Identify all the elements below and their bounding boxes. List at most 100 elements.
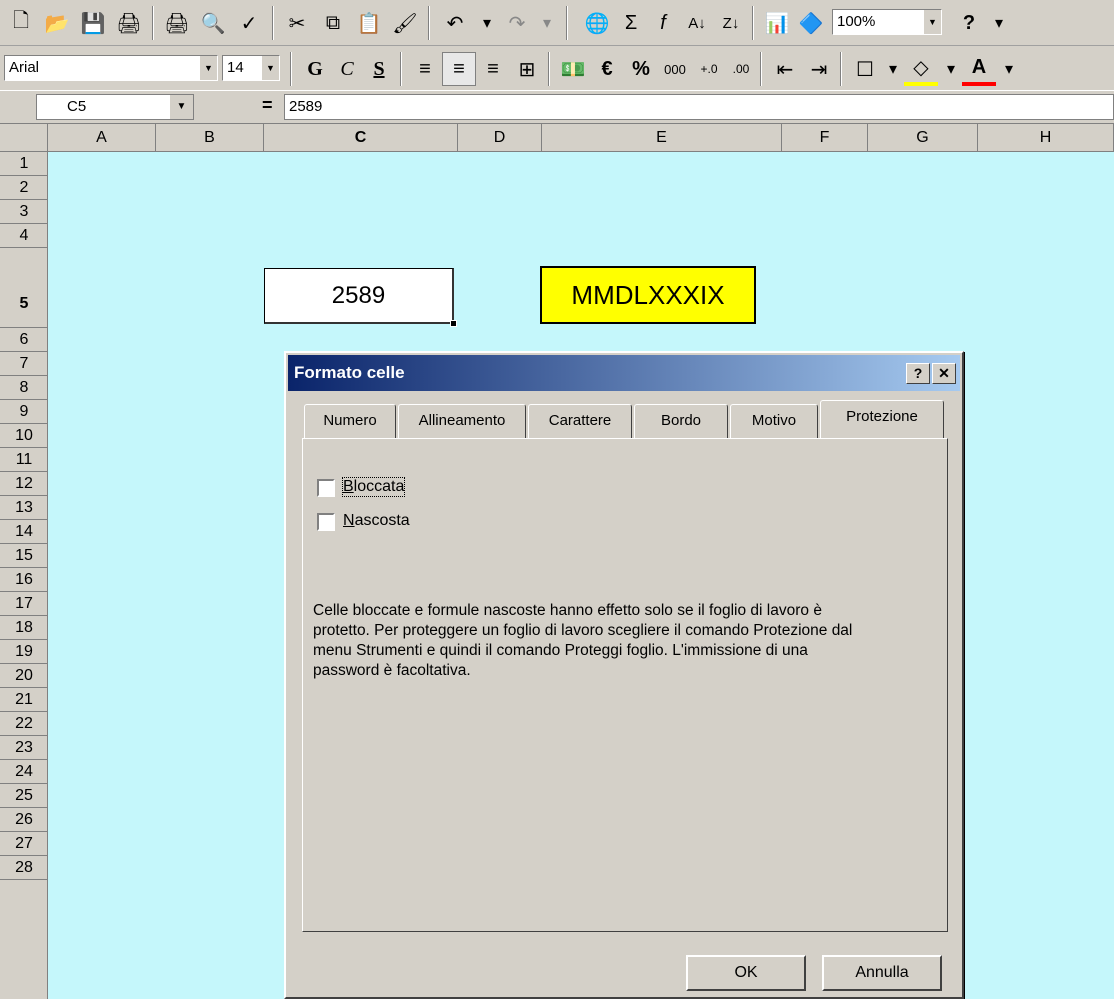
row-header-26[interactable]: 26 — [0, 808, 48, 832]
decrease-indent-icon[interactable]: ⇤ — [768, 52, 802, 86]
row-header-11[interactable]: 11 — [0, 448, 48, 472]
permission-icon[interactable]: 🖨 — [112, 6, 146, 40]
row-header-21[interactable]: 21 — [0, 688, 48, 712]
open-icon[interactable]: 📂 — [40, 6, 74, 40]
sort-descending-icon[interactable]: Z↓ — [714, 6, 748, 40]
tab-protezione[interactable]: Protezione — [820, 400, 944, 438]
cancel-button[interactable]: Annulla — [822, 955, 942, 991]
column-header-f[interactable]: F — [782, 124, 868, 152]
function-icon[interactable]: f — [646, 6, 680, 40]
sort-ascending-icon[interactable]: A↓ — [680, 6, 714, 40]
row-header-23[interactable]: 23 — [0, 736, 48, 760]
dialog-title-bar[interactable]: Formato celle ? ✕ — [288, 355, 960, 391]
column-header-d[interactable]: D — [458, 124, 542, 152]
fill-color-icon[interactable]: ◇ — [904, 52, 938, 86]
row-header-17[interactable]: 17 — [0, 592, 48, 616]
cut-icon[interactable]: ✂ — [280, 6, 314, 40]
cell-c5[interactable]: 2589 — [264, 268, 454, 324]
row-header-14[interactable]: 14 — [0, 520, 48, 544]
row-header-22[interactable]: 22 — [0, 712, 48, 736]
column-header-c[interactable]: C — [264, 124, 458, 152]
underline-button[interactable]: S — [362, 52, 396, 86]
locked-checkbox-label[interactable]: Bloccata — [341, 477, 406, 497]
cell-e5[interactable]: MMDLXXXIX — [540, 266, 756, 324]
row-header-9[interactable]: 9 — [0, 400, 48, 424]
row-header-24[interactable]: 24 — [0, 760, 48, 784]
row-header-20[interactable]: 20 — [0, 664, 48, 688]
chevron-down-icon[interactable]: ▼ — [199, 56, 217, 80]
row-header-2[interactable]: 2 — [0, 176, 48, 200]
thousands-icon[interactable]: 000 — [658, 52, 692, 86]
redo-dropdown-icon[interactable]: ▾ — [534, 6, 560, 40]
row-header-3[interactable]: 3 — [0, 200, 48, 224]
chevron-down-icon[interactable]: ▼ — [923, 10, 941, 34]
row-header-8[interactable]: 8 — [0, 376, 48, 400]
undo-icon[interactable]: ↶ — [438, 6, 472, 40]
formula-input[interactable]: 2589 — [284, 94, 1114, 120]
ok-button[interactable]: OK — [686, 955, 806, 991]
increase-indent-icon[interactable]: ⇥ — [802, 52, 836, 86]
tab-allineamento[interactable]: Allineamento — [398, 404, 526, 438]
chevron-down-icon[interactable]: ▾ — [880, 52, 906, 86]
zoom-select[interactable]: 100% ▼ — [832, 9, 942, 35]
hyperlink-icon[interactable]: 🌐 — [580, 6, 614, 40]
chevron-down-icon[interactable]: ▼ — [261, 56, 279, 80]
select-all-corner[interactable] — [0, 124, 48, 152]
font-size-select[interactable]: 14 ▼ — [222, 55, 280, 81]
row-header-6[interactable]: 6 — [0, 328, 48, 352]
drawing-icon[interactable]: 🔷 — [794, 6, 828, 40]
row-header-13[interactable]: 13 — [0, 496, 48, 520]
row-header-10[interactable]: 10 — [0, 424, 48, 448]
column-header-b[interactable]: B — [156, 124, 264, 152]
euro-icon[interactable]: € — [590, 52, 624, 86]
row-header-7[interactable]: 7 — [0, 352, 48, 376]
row-header-1[interactable]: 1 — [0, 152, 48, 176]
hidden-checkbox-label[interactable]: Nascosta — [343, 512, 410, 530]
row-header-15[interactable]: 15 — [0, 544, 48, 568]
borders-icon[interactable]: ☐ — [848, 52, 882, 86]
name-box[interactable]: C5 ▼ — [36, 94, 194, 120]
chart-wizard-icon[interactable]: 📊 — [760, 6, 794, 40]
tab-carattere[interactable]: Carattere — [528, 404, 632, 438]
row-header-18[interactable]: 18 — [0, 616, 48, 640]
close-button[interactable]: ✕ — [932, 363, 956, 384]
print-preview-icon[interactable]: 🔍 — [196, 6, 230, 40]
spelling-icon[interactable]: ✓ — [232, 6, 266, 40]
help-button[interactable]: ? — [906, 363, 930, 384]
column-header-g[interactable]: G — [868, 124, 978, 152]
decrease-decimal-icon[interactable]: .00 — [724, 52, 758, 86]
redo-icon[interactable]: ↷ — [500, 6, 534, 40]
column-header-e[interactable]: E — [542, 124, 782, 152]
row-header-5[interactable]: 5 — [0, 248, 48, 328]
currency-icon[interactable]: 💵 — [556, 52, 590, 86]
row-header-25[interactable]: 25 — [0, 784, 48, 808]
align-left-icon[interactable]: ≡ — [408, 52, 442, 86]
toolbar-options-icon[interactable]: ▾ — [986, 6, 1012, 40]
new-icon[interactable]: 🗋 — [4, 6, 38, 40]
row-header-12[interactable]: 12 — [0, 472, 48, 496]
save-icon[interactable]: 💾 — [76, 6, 110, 40]
percent-icon[interactable]: % — [624, 52, 658, 86]
tab-numero[interactable]: Numero — [304, 404, 396, 438]
row-header-4[interactable]: 4 — [0, 224, 48, 248]
tab-bordo[interactable]: Bordo — [634, 404, 728, 438]
row-header-28[interactable]: 28 — [0, 856, 48, 880]
format-painter-icon[interactable]: 🖌 — [388, 6, 422, 40]
chevron-down-icon[interactable]: ▾ — [938, 52, 964, 86]
column-header-h[interactable]: H — [978, 124, 1114, 152]
row-header-16[interactable]: 16 — [0, 568, 48, 592]
paste-icon[interactable]: 📋 — [352, 6, 386, 40]
copy-icon[interactable]: ⧉ — [316, 6, 350, 40]
bold-button[interactable]: G — [298, 52, 332, 86]
align-right-icon[interactable]: ≡ — [476, 52, 510, 86]
print-icon[interactable]: 🖨 — [160, 6, 194, 40]
column-header-a[interactable]: A — [48, 124, 156, 152]
help-icon[interactable]: ? — [952, 6, 986, 40]
hidden-checkbox[interactable] — [317, 513, 335, 531]
align-center-icon[interactable]: ≡ — [442, 52, 476, 86]
row-header-19[interactable]: 19 — [0, 640, 48, 664]
locked-checkbox[interactable] — [317, 479, 335, 497]
chevron-down-icon[interactable]: ▾ — [996, 52, 1022, 86]
font-select[interactable]: Arial ▼ — [4, 55, 218, 81]
tab-motivo[interactable]: Motivo — [730, 404, 818, 438]
